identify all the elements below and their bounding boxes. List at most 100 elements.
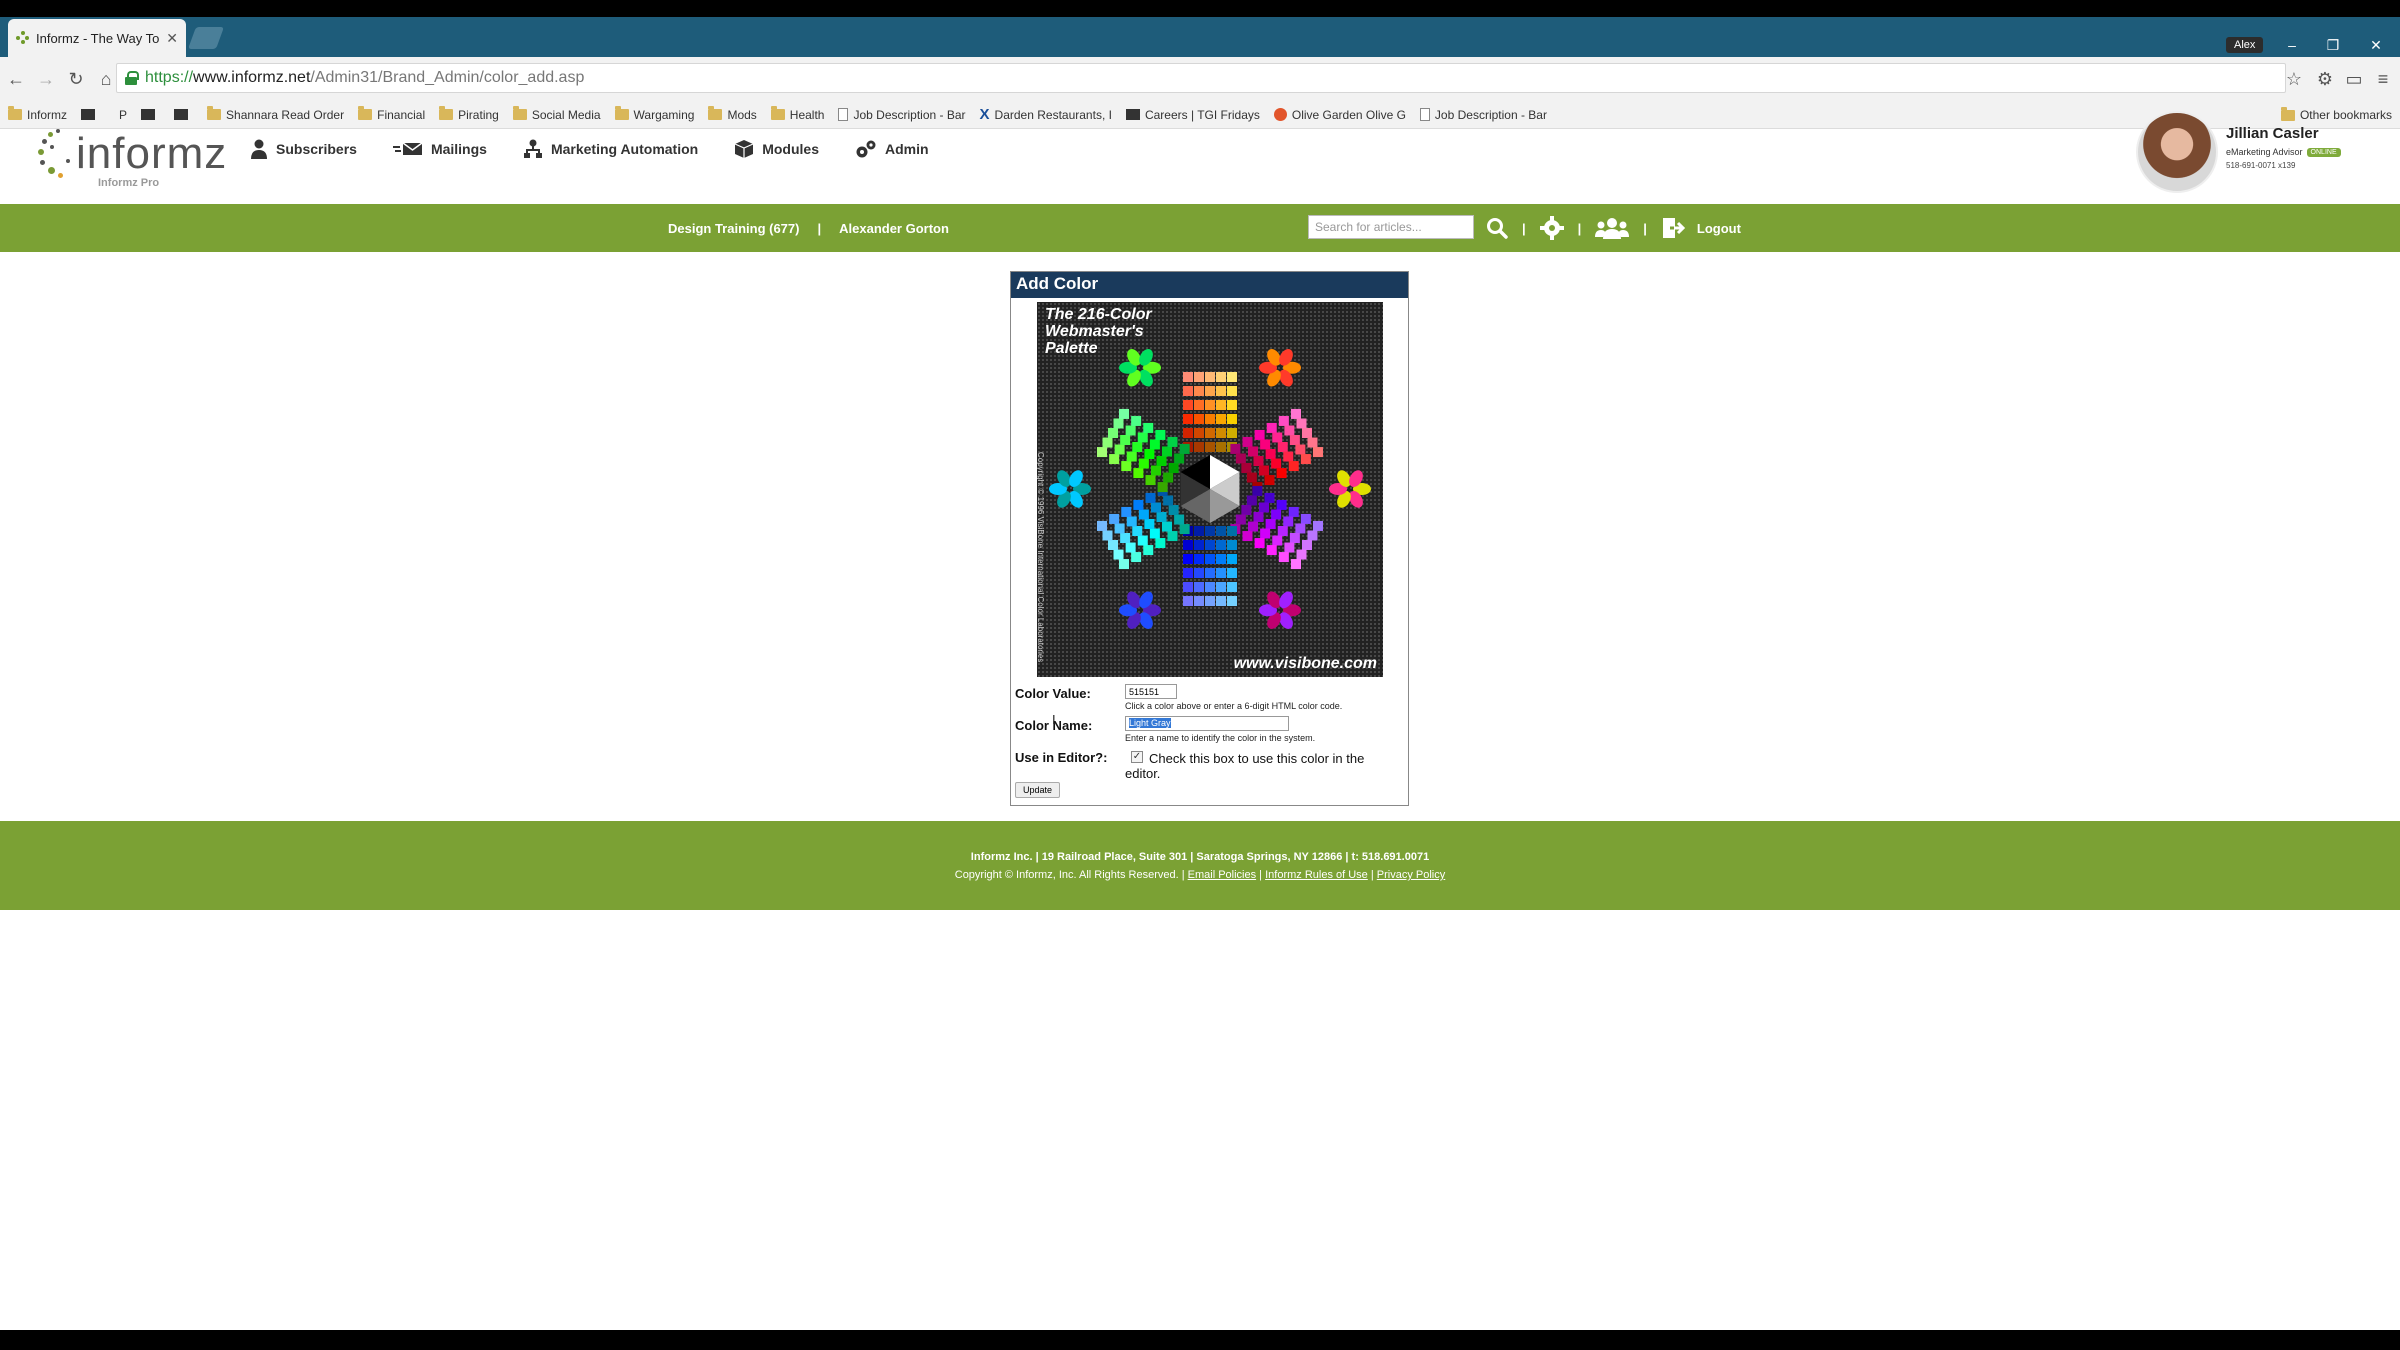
color-swatch[interactable] [1216, 442, 1226, 452]
color-swatch[interactable] [1156, 456, 1167, 466]
color-swatch[interactable] [1295, 523, 1306, 534]
tab-close-icon[interactable]: ✕ [166, 30, 178, 47]
color-swatch[interactable] [1151, 465, 1162, 476]
color-swatch[interactable] [1216, 582, 1226, 592]
privacy-policy-link[interactable]: Privacy Policy [1377, 869, 1445, 881]
color-swatch[interactable] [1205, 428, 1215, 438]
users-icon[interactable] [1595, 217, 1630, 239]
restore-icon[interactable]: ❐ [2323, 37, 2343, 54]
color-swatch[interactable] [1216, 428, 1226, 438]
color-swatch[interactable] [1205, 540, 1215, 550]
color-swatch[interactable] [1145, 475, 1156, 486]
color-swatch[interactable] [1300, 513, 1311, 524]
color-swatch[interactable] [1183, 372, 1193, 382]
nav-marketing-automation[interactable]: Marketing Automation [523, 139, 698, 159]
nav-admin[interactable]: Admin [855, 139, 929, 159]
color-swatch[interactable] [1194, 386, 1204, 396]
nav-subscribers[interactable]: Subscribers [250, 139, 357, 159]
color-swatch[interactable] [1183, 540, 1193, 550]
rules-of-use-link[interactable]: Informz Rules of Use [1265, 869, 1368, 881]
color-swatch[interactable] [1247, 521, 1258, 532]
bookmark-item[interactable]: Financial [358, 106, 425, 122]
extension-icon[interactable]: ⚙ [2312, 57, 2338, 101]
window-close-icon[interactable]: ✕ [2366, 37, 2386, 54]
color-swatch[interactable] [1265, 449, 1276, 459]
color-swatch[interactable] [1138, 458, 1149, 469]
color-swatch[interactable] [1167, 436, 1178, 447]
color-swatch[interactable] [1205, 582, 1215, 592]
color-swatch[interactable] [1183, 400, 1193, 410]
color-swatch[interactable] [1241, 463, 1252, 473]
chrome-menu-icon[interactable]: ≡ [2370, 57, 2396, 101]
color-swatch[interactable] [1227, 540, 1237, 550]
color-swatch[interactable] [1227, 372, 1237, 382]
color-swatch[interactable] [1168, 505, 1179, 515]
color-swatch[interactable] [1227, 428, 1237, 438]
color-swatch[interactable] [1163, 472, 1174, 483]
color-swatch[interactable] [1131, 552, 1142, 563]
color-swatch[interactable] [1307, 530, 1318, 541]
color-swatch[interactable] [1145, 492, 1156, 503]
color-swatch[interactable] [1272, 432, 1283, 443]
bookmark-item[interactable]: Wargaming [614, 106, 694, 122]
bookmark-item[interactable]: Mods [708, 106, 757, 122]
color-swatch[interactable] [1183, 414, 1193, 424]
bookmark-item[interactable]: Health [770, 106, 824, 122]
color-swatch[interactable] [1301, 540, 1312, 550]
color-name-input[interactable]: Light Gray [1125, 716, 1289, 731]
color-swatch[interactable] [1227, 568, 1237, 578]
color-swatch[interactable] [1121, 506, 1132, 517]
color-swatch[interactable] [1264, 475, 1275, 486]
bookmark-item[interactable]: Job Description - Bar [1419, 108, 1547, 122]
color-swatch[interactable] [1109, 513, 1120, 524]
color-swatch[interactable] [1163, 495, 1174, 506]
color-swatch[interactable] [1216, 372, 1226, 382]
color-swatch[interactable] [1258, 465, 1269, 476]
color-swatch[interactable] [1216, 414, 1226, 424]
color-swatch[interactable] [1205, 414, 1215, 424]
minimize-icon[interactable]: – [2282, 37, 2302, 53]
color-swatch[interactable] [1288, 506, 1299, 517]
color-swatch[interactable] [1194, 582, 1204, 592]
color-swatch[interactable] [1296, 418, 1307, 429]
color-swatch[interactable] [1283, 516, 1294, 527]
color-swatch[interactable] [1254, 429, 1265, 440]
color-swatch[interactable] [1194, 400, 1204, 410]
color-swatch[interactable] [1194, 414, 1204, 424]
color-swatch[interactable] [1205, 400, 1215, 410]
color-swatch[interactable] [1260, 439, 1271, 450]
color-swatch[interactable] [1242, 436, 1253, 447]
color-swatch[interactable] [1151, 502, 1162, 513]
color-swatch[interactable] [1227, 526, 1237, 536]
bookmark-item[interactable] [174, 109, 193, 120]
color-swatch[interactable] [1113, 549, 1124, 560]
color-swatch[interactable] [1109, 454, 1120, 465]
color-swatch[interactable] [1266, 422, 1277, 433]
color-swatch[interactable] [1133, 499, 1144, 510]
bookmark-item[interactable]: Social Media [512, 106, 601, 122]
color-swatch[interactable] [1179, 443, 1190, 454]
color-swatch[interactable] [1284, 542, 1295, 553]
color-swatch[interactable] [1290, 559, 1301, 570]
color-swatch[interactable] [1183, 428, 1193, 438]
color-swatch[interactable] [1271, 458, 1282, 469]
color-swatch[interactable] [1312, 520, 1323, 531]
color-swatch[interactable] [1235, 453, 1246, 464]
color-value-input[interactable] [1125, 684, 1177, 699]
color-swatch[interactable] [1194, 554, 1204, 564]
informz-logo[interactable]: informz Informz Pro [38, 129, 238, 204]
color-swatch[interactable] [1143, 545, 1154, 556]
color-swatch[interactable] [1216, 526, 1226, 536]
color-swatch[interactable] [1126, 451, 1137, 462]
color-swatch[interactable] [1102, 437, 1113, 448]
forward-arrow-icon[interactable]: → [32, 69, 60, 90]
color-swatch[interactable] [1300, 454, 1311, 465]
color-swatch[interactable] [1235, 514, 1246, 525]
color-swatch[interactable] [1216, 386, 1226, 396]
color-swatch[interactable] [1246, 472, 1257, 483]
bookmark-item[interactable]: Olive Garden Olive G [1273, 108, 1406, 122]
color-swatch[interactable] [1283, 451, 1294, 462]
color-swatch[interactable] [1125, 542, 1136, 553]
use-in-editor-checkbox[interactable]: ✓ [1131, 751, 1143, 763]
account-name-link[interactable]: Design Training (677) [668, 221, 799, 236]
